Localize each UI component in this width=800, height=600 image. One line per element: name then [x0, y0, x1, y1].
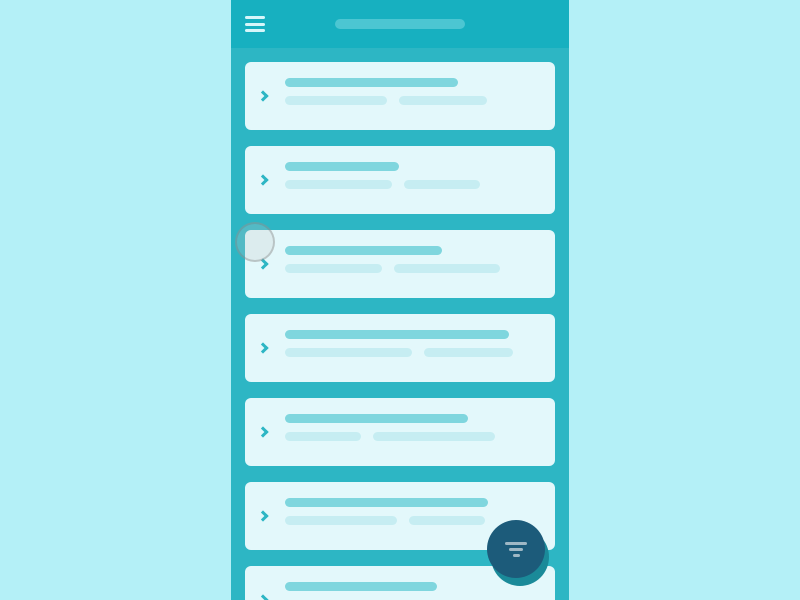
chevron-right-icon: [257, 90, 268, 101]
skeleton-text: [424, 348, 513, 357]
skeleton-text: [394, 264, 501, 273]
list-item[interactable]: [245, 230, 555, 298]
skeleton-title: [285, 162, 399, 171]
chevron-right-icon: [257, 510, 268, 521]
skeleton-text: [285, 432, 361, 441]
filter-fab[interactable]: [487, 520, 545, 578]
skeleton-title: [285, 498, 488, 507]
skeleton-text: [285, 264, 382, 273]
skeleton-title: [285, 582, 437, 591]
skeleton-text: [399, 96, 488, 105]
card-list: [231, 48, 569, 600]
list-item[interactable]: [245, 314, 555, 382]
filter-icon: [513, 554, 520, 557]
skeleton-text: [285, 348, 412, 357]
skeleton-text: [409, 516, 485, 525]
phone-frame: [231, 0, 569, 600]
list-item[interactable]: [245, 146, 555, 214]
skeleton-title: [285, 330, 509, 339]
chevron-right-icon: [257, 342, 268, 353]
chevron-right-icon: [257, 426, 268, 437]
chevron-right-icon: [257, 174, 268, 185]
skeleton-title: [285, 246, 442, 255]
list-item[interactable]: [245, 398, 555, 466]
filter-icon: [509, 548, 523, 551]
skeleton-title: [285, 414, 468, 423]
skeleton-text: [404, 180, 480, 189]
skeleton-text: [285, 180, 392, 189]
skeleton-text: [285, 516, 397, 525]
chevron-right-icon: [257, 258, 268, 269]
skeleton-text: [285, 96, 387, 105]
skeleton-text: [373, 432, 495, 441]
appbar-title-placeholder: [335, 19, 465, 29]
app-bar: [231, 0, 569, 48]
list-item[interactable]: [245, 62, 555, 130]
hamburger-icon[interactable]: [245, 16, 265, 32]
chevron-right-icon: [257, 594, 268, 600]
skeleton-title: [285, 78, 458, 87]
filter-icon: [505, 542, 527, 545]
